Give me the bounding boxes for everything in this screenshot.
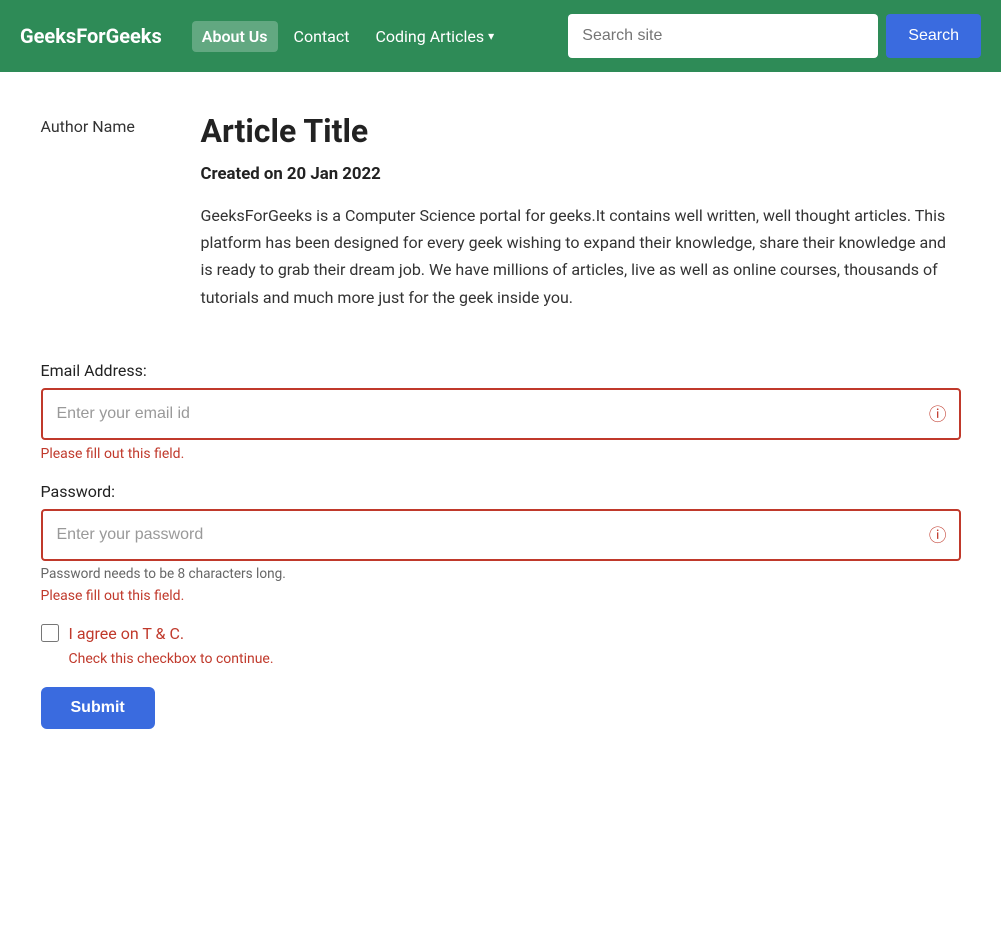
submit-button[interactable]: Submit: [41, 687, 155, 729]
navbar: GeeksForGeeks About Us Contact Coding Ar…: [0, 0, 1001, 72]
checkbox-group: I agree on T & C. Check this checkbox to…: [41, 624, 961, 667]
article-column: Article Title Created on 20 Jan 2022 Gee…: [201, 112, 961, 311]
author-name: Author Name: [41, 117, 135, 136]
password-label: Password:: [41, 482, 961, 501]
search-input[interactable]: [568, 14, 878, 58]
main-container: Author Name Article Title Created on 20 …: [11, 112, 991, 729]
password-group: Password: ⓘ Password needs to be 8 chara…: [41, 482, 961, 604]
password-input[interactable]: [41, 509, 961, 561]
email-warning-icon: ⓘ: [929, 401, 947, 426]
article-layout: Author Name Article Title Created on 20 …: [41, 112, 961, 311]
article-body: GeeksForGeeks is a Computer Science port…: [201, 202, 961, 311]
email-input-wrapper: ⓘ: [41, 388, 961, 440]
nav-link-contact[interactable]: Contact: [284, 21, 360, 52]
nav-logo[interactable]: GeeksForGeeks: [20, 24, 162, 48]
password-hint-msg: Password needs to be 8 characters long.: [41, 566, 961, 582]
checkbox-row: I agree on T & C.: [41, 624, 961, 643]
chevron-down-icon: ▾: [488, 29, 494, 43]
password-warning-icon: ⓘ: [929, 522, 947, 547]
terms-checkbox[interactable]: [41, 624, 59, 642]
password-input-wrapper: ⓘ: [41, 509, 961, 561]
form-section: Email Address: ⓘ Please fill out this fi…: [41, 361, 961, 729]
password-error-msg: Please fill out this field.: [41, 588, 961, 604]
nav-link-coding-articles[interactable]: Coding Articles ▾: [365, 21, 504, 52]
terms-label[interactable]: I agree on T & C.: [69, 624, 185, 643]
article-title: Article Title: [201, 112, 961, 150]
email-group: Email Address: ⓘ Please fill out this fi…: [41, 361, 961, 462]
email-input[interactable]: [41, 388, 961, 440]
nav-link-about[interactable]: About Us: [192, 21, 278, 52]
coding-articles-label: Coding Articles: [375, 27, 484, 46]
nav-links: About Us Contact Coding Articles ▾: [192, 21, 549, 52]
search-button[interactable]: Search: [886, 14, 981, 58]
author-column: Author Name: [41, 112, 171, 311]
email-label: Email Address:: [41, 361, 961, 380]
checkbox-error-msg: Check this checkbox to continue.: [69, 651, 961, 667]
email-error-msg: Please fill out this field.: [41, 446, 961, 462]
search-area: Search: [568, 14, 981, 58]
article-date: Created on 20 Jan 2022: [201, 164, 961, 184]
